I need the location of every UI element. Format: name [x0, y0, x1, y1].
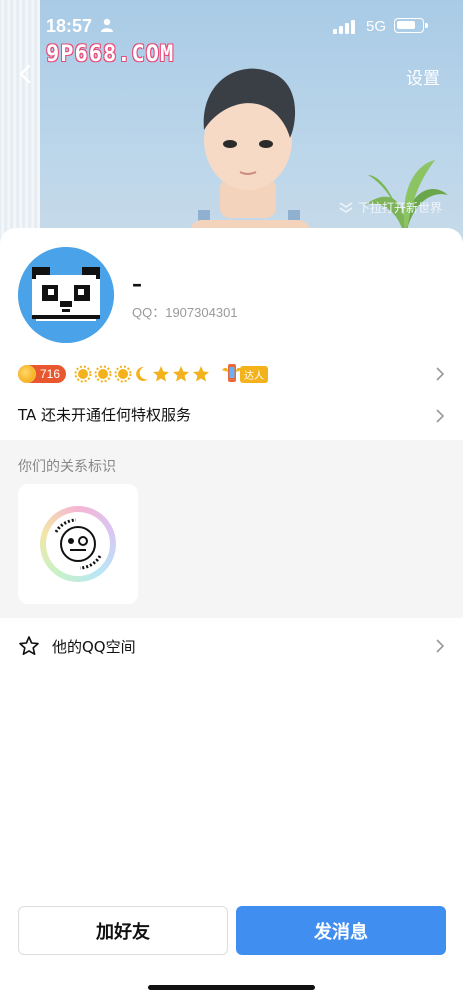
send-message-button[interactable]: 发消息: [236, 906, 446, 955]
signal-icon: [333, 20, 355, 34]
sun-icon: [74, 365, 92, 383]
qzone-row[interactable]: 他的QQ空间: [18, 632, 446, 660]
relation-badge-card[interactable]: [18, 484, 138, 604]
plant-decoration: [365, 160, 448, 240]
double-chevron-down-icon: [339, 201, 353, 213]
star-icon: [193, 366, 210, 382]
privilege-label: TA 还未开通任何特权服务: [18, 406, 192, 424]
coin-icon: [18, 365, 36, 383]
panda-avatar-image: [18, 247, 114, 343]
avatar[interactable]: [18, 247, 114, 343]
level-row[interactable]: 716 达人: [18, 362, 446, 386]
back-arrow-icon[interactable]: [14, 62, 38, 86]
nickname: –: [132, 272, 142, 296]
star-icon: [153, 366, 170, 382]
relation-badge: [40, 506, 116, 582]
battery-icon: [394, 18, 428, 33]
person-icon: [101, 18, 113, 32]
star-icon: [173, 366, 190, 382]
chevron-right-icon: [436, 639, 445, 653]
privilege-row[interactable]: TA 还未开通任何特权服务: [18, 404, 446, 428]
home-indicator[interactable]: [148, 985, 315, 990]
relation-section: 你们的关系标识: [0, 440, 463, 618]
star-outline-icon: [19, 636, 39, 655]
add-friend-button[interactable]: 加好友: [18, 906, 228, 955]
network-type: 5G: [366, 18, 387, 35]
settings-button[interactable]: 设置: [406, 64, 440, 89]
pull-down-hint[interactable]: 下拉打开新世界: [338, 199, 442, 216]
relation-face-icon: [54, 518, 102, 570]
level-icons: [74, 365, 210, 383]
moon-icon: [136, 366, 149, 381]
coin-badge: 716: [18, 365, 67, 383]
daren-badge: 达人: [220, 362, 269, 386]
status-time: 18:57: [46, 16, 93, 36]
chevron-right-icon: [436, 409, 445, 423]
daren-label: 达人: [240, 365, 269, 383]
chevron-right-icon: [436, 367, 445, 381]
profile-cover-banner[interactable]: 18:57 5G 9P668.COM 设置 下拉打开新世界: [0, 0, 463, 260]
profile-card: – QQ：1907304301 716 达人 TA 还未开通任何特权服务 你们的…: [0, 228, 463, 1000]
sun-icon: [114, 365, 132, 383]
qzone-label: 他的QQ空间: [52, 637, 136, 656]
qq-number: QQ：1907304301: [132, 305, 238, 320]
watermark-text: 9P668.COM: [46, 42, 175, 67]
relation-section-title: 你们的关系标识: [18, 459, 116, 475]
coin-value: 716: [40, 367, 61, 381]
pull-down-hint-label: 下拉打开新世界: [358, 201, 443, 215]
sun-icon: [94, 365, 112, 383]
